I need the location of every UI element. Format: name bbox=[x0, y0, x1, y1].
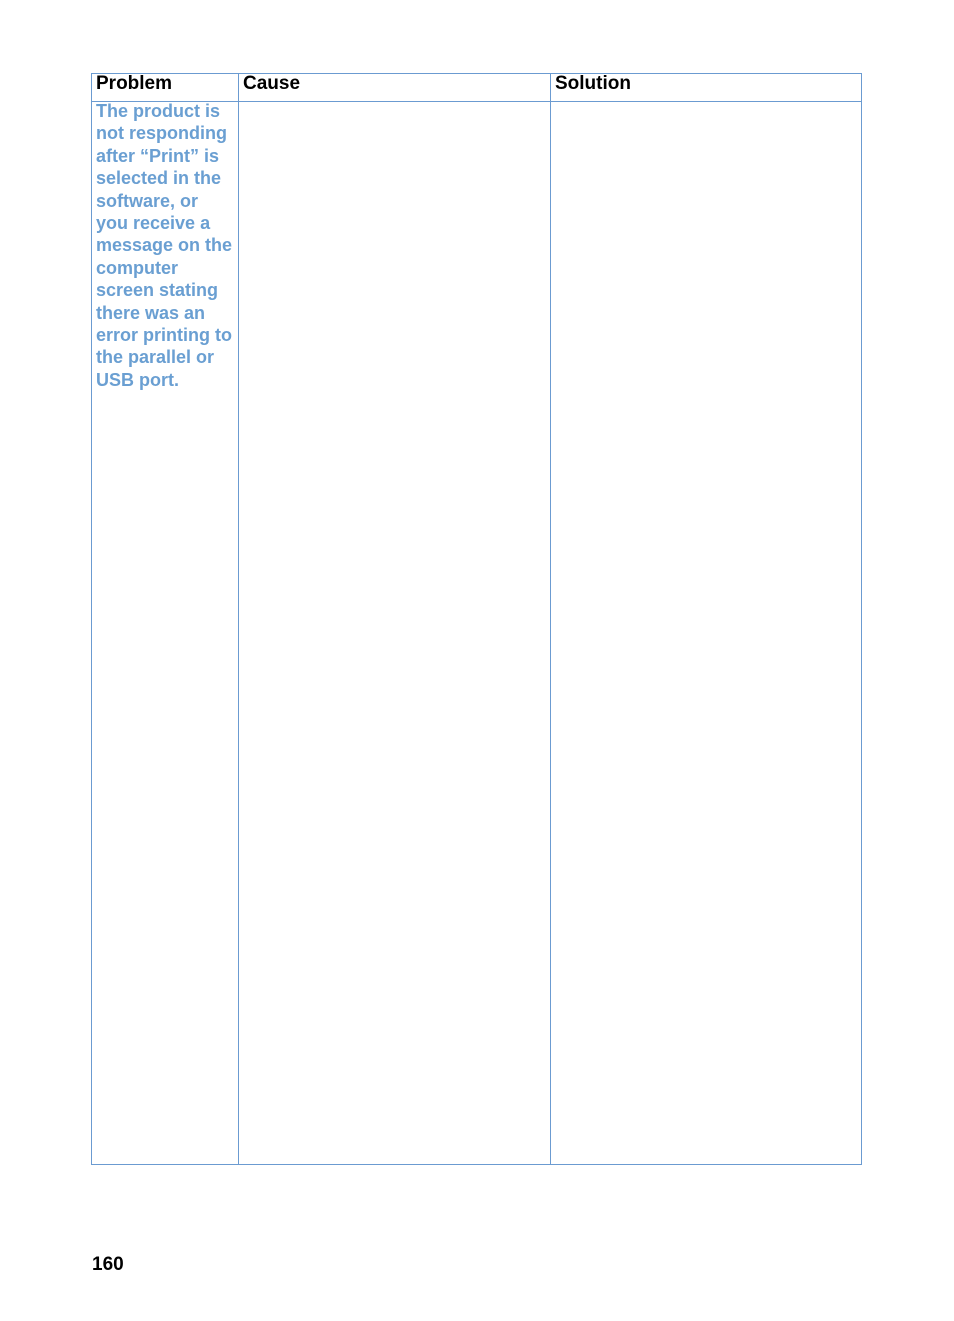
problem-line: software, or bbox=[96, 190, 199, 211]
problem-line: The product is bbox=[96, 101, 221, 121]
header-solution: Solution bbox=[555, 73, 631, 94]
problem-line: selected in the bbox=[96, 168, 222, 189]
problem-line: not responding bbox=[96, 123, 227, 144]
troubleshooting-table: Problem Cause Solution The product is no… bbox=[91, 73, 862, 1165]
problem-line: after “Print” is bbox=[96, 145, 220, 166]
column-divider bbox=[238, 74, 239, 1164]
problem-cell: The product is not responding after “Pri… bbox=[96, 100, 238, 391]
problem-line: computer bbox=[96, 257, 179, 278]
column-divider bbox=[550, 74, 551, 1164]
problem-line: error printing to bbox=[96, 325, 232, 346]
problem-line: the parallel or bbox=[96, 347, 215, 368]
header-problem: Problem bbox=[96, 73, 173, 94]
page-number: 160 bbox=[92, 1254, 124, 1275]
problem-line: you receive a bbox=[96, 213, 211, 234]
problem-line: screen stating bbox=[96, 280, 219, 301]
problem-line: message on the bbox=[96, 235, 233, 256]
header-cause: Cause bbox=[243, 73, 301, 94]
problem-line: there was an bbox=[96, 302, 206, 323]
problem-line: USB port. bbox=[96, 369, 179, 390]
